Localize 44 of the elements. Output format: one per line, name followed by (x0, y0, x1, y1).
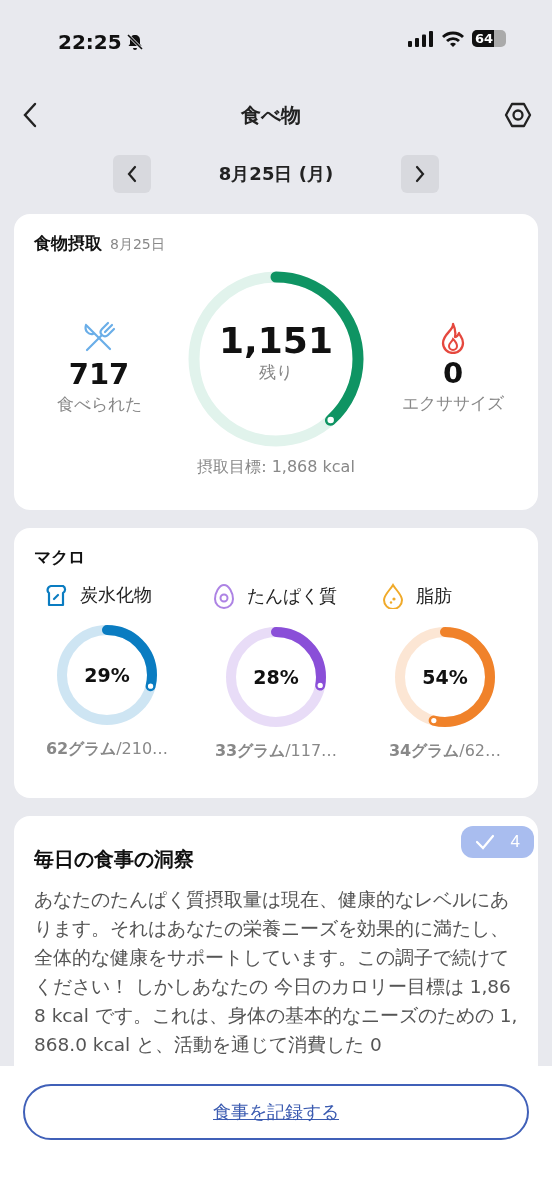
date-label: 8月25日 (月) (217, 162, 335, 186)
log-meal-button[interactable]: 食事を記録する (23, 1084, 529, 1140)
arc-end-dot (325, 415, 336, 425)
macro-grams: 33グラム/117… (214, 741, 338, 762)
card-date: 8月25日 (110, 236, 165, 254)
chevron-left-icon (126, 165, 138, 183)
chevron-left-icon (22, 102, 38, 128)
check-icon (474, 834, 495, 850)
arc-end-dot (146, 682, 155, 691)
macro-grams: 34グラム/62… (389, 741, 501, 762)
page-title: 食べ物 (241, 101, 301, 129)
status-time: 22:25 (58, 30, 122, 54)
egg-icon (213, 583, 235, 609)
calorie-goal: 摂取目標: 1,868 kcal (197, 457, 355, 478)
bread-icon (44, 583, 68, 607)
remaining-value: 1,151 (219, 320, 333, 361)
drop-icon (382, 583, 404, 609)
bell-off-icon (125, 33, 144, 51)
macro-name: たんぱく質 (247, 584, 337, 608)
exercise-value: 0 (442, 355, 464, 390)
wifi-icon (441, 30, 465, 47)
card-title: マクロ (34, 547, 85, 567)
macro-name: 脂肪 (416, 584, 452, 608)
macro-percent: 28% (253, 666, 299, 688)
arc-end-dot (316, 681, 325, 690)
macro-grams: 62グラム/210… (45, 739, 169, 760)
macro-percent: 29% (84, 664, 130, 686)
settings-icon (504, 101, 532, 129)
insight-text: あなたのたんぱく質摂取量は現在、健康的なレベルにあります。それはあなたの栄養ニーズを効果的に満たし、全体的な健康をサポートしています。この調子で続けてください！ しかしあなたの 今日のカロリー目標は 1,868 kcal です。これは、身体の基本的なニーズのための 1,868.0 kcal と、活動を通じて消費した 0 (34, 888, 518, 1057)
eaten-label: 食べられた (56, 392, 142, 416)
card-title: 食物摂取 (34, 232, 102, 255)
next-day-button[interactable] (401, 155, 439, 193)
eaten-value: 717 (68, 356, 130, 391)
previous-day-button[interactable] (113, 155, 151, 193)
macro-percent: 54% (422, 666, 468, 688)
insight-title: 毎日の食事の洞察 (34, 846, 194, 873)
arc-end-dot (429, 716, 438, 725)
exercise-label: エクササイズ (402, 391, 504, 415)
signal-icon (408, 30, 434, 47)
flame-icon (439, 321, 467, 354)
battery-icon: 64 (472, 30, 506, 47)
remaining-label: 残り (259, 361, 293, 384)
macro-name: 炭水化物 (80, 583, 152, 607)
chevron-right-icon (414, 165, 426, 183)
